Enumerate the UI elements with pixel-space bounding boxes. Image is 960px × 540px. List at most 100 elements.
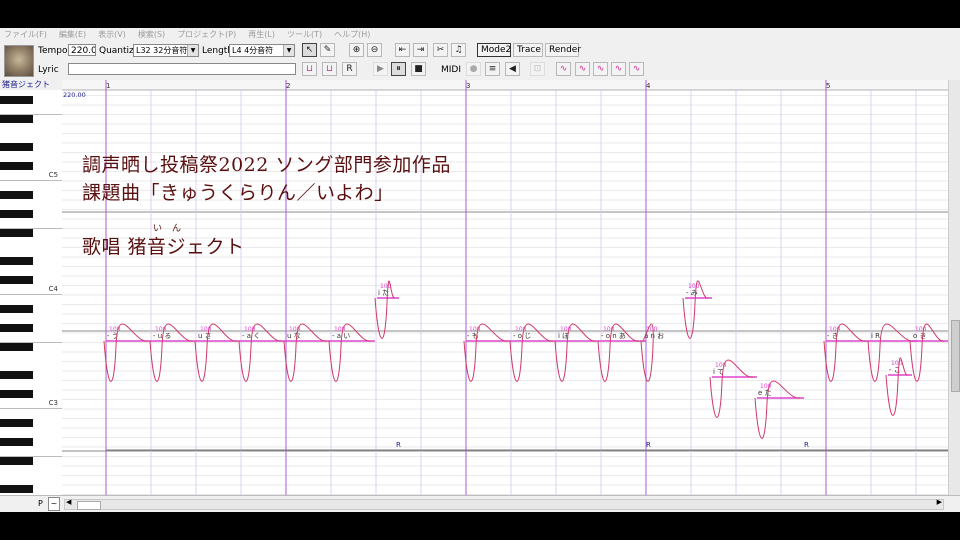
vertical-scrollbar[interactable]: [948, 80, 960, 495]
piano-black-key[interactable]: [0, 437, 33, 446]
piano-black-key[interactable]: [0, 456, 33, 465]
piano-black-key[interactable]: [0, 371, 33, 379]
octave-label: C3: [48, 398, 58, 407]
chevron-down-icon: ▼: [187, 45, 198, 56]
record-button[interactable]: ●: [466, 62, 481, 76]
select-tool-button[interactable]: ↖: [302, 43, 317, 57]
rest-button[interactable]: R: [342, 62, 357, 76]
insert-rest-button[interactable]: ⊔: [322, 62, 337, 76]
go-end-button[interactable]: ⇥: [413, 43, 428, 57]
join-note-button[interactable]: ♫: [451, 43, 466, 57]
piano-black-key[interactable]: [0, 114, 33, 123]
rest-label: R: [804, 441, 809, 449]
note-lyric: i R: [871, 332, 880, 340]
menu-bar: ファイル(F) 編集(E) 表示(V) 検索(S) プロジェクト(P) 再生(L…: [0, 28, 960, 42]
speaker-icon: ◀: [509, 64, 516, 74]
bottom-bar: P ~ ◀ ▶: [0, 495, 960, 512]
go-start-icon: ⇤: [398, 45, 407, 55]
menu-help[interactable]: ヘルプ(H): [334, 28, 370, 42]
menu-view[interactable]: 表示(V): [98, 28, 126, 42]
pitch-tool-button-2[interactable]: ∿: [575, 62, 590, 76]
zoom-in-button[interactable]: ⊕: [349, 43, 364, 57]
pause-button[interactable]: ⏸: [391, 62, 406, 76]
roll-background: [62, 80, 948, 495]
menu-project[interactable]: プロジェクト(P): [177, 28, 236, 42]
note-lyric: - o n あ: [601, 332, 626, 340]
note-lyric: u さ: [198, 332, 212, 340]
measure-number: 4: [646, 82, 651, 90]
volume-button[interactable]: ◀: [505, 62, 520, 76]
pencil-tool-button[interactable]: ✎: [320, 43, 335, 57]
play-icon: ▶: [377, 64, 384, 74]
piano-black-key[interactable]: [0, 390, 33, 398]
measure-number: 1: [106, 82, 110, 90]
singer-name: 猪音ジェクト: [2, 80, 50, 89]
note-lyric: e た: [758, 389, 772, 397]
note-lyric: o き: [913, 332, 927, 340]
piano-black-key[interactable]: [0, 342, 33, 351]
render-button[interactable]: Render: [545, 43, 581, 57]
mixer-button[interactable]: ≡: [485, 62, 500, 76]
piano-key-divider: [0, 294, 62, 295]
mixer-icon: ≡: [488, 64, 497, 74]
pitch-curve-icon: ∿: [596, 64, 605, 74]
octave-label: C5: [48, 170, 58, 179]
piano-black-key[interactable]: [0, 228, 33, 237]
piano-black-key[interactable]: [0, 485, 33, 493]
pitch-mode-toggle[interactable]: ~: [48, 497, 60, 511]
rest-insert-icon: ⊔: [325, 64, 334, 74]
piano-black-key[interactable]: [0, 323, 33, 332]
menu-file[interactable]: ファイル(F): [4, 28, 47, 42]
piano-black-key[interactable]: [0, 418, 33, 427]
utau-window: ファイル(F) 編集(E) 表示(V) 検索(S) プロジェクト(P) 再生(L…: [0, 28, 960, 512]
play-button[interactable]: ▶: [373, 62, 388, 76]
singer-avatar[interactable]: [4, 45, 34, 77]
piano-black-key[interactable]: [0, 257, 33, 265]
piano-black-key[interactable]: [0, 143, 33, 151]
overlay-singer: 歌唱 猪音ジェクト: [82, 236, 245, 258]
piano-keyboard[interactable]: C5 C4 C3: [0, 90, 62, 495]
piano-black-key[interactable]: [0, 304, 33, 313]
measure-number: 5: [826, 82, 830, 90]
vertical-scroll-thumb[interactable]: [951, 320, 960, 392]
overlay-ruby-i: い: [153, 224, 163, 234]
scroll-left-icon[interactable]: ◀: [66, 498, 71, 506]
pitch-tool-button-3[interactable]: ∿: [593, 62, 608, 76]
menu-play[interactable]: 再生(L): [248, 28, 275, 42]
piano-roll-canvas[interactable]: 220.001 2 3 4 5- う100- u る100u さ100- a く100u…: [62, 80, 948, 495]
pencil-icon: ✎: [323, 45, 332, 55]
rest-r-icon: R: [346, 64, 353, 74]
split-note-button[interactable]: ✂: [433, 43, 448, 57]
piano-black-key[interactable]: [0, 276, 33, 284]
lyric-input[interactable]: [68, 63, 296, 75]
overlay-ruby-n: ん: [172, 224, 182, 234]
tempo-input[interactable]: 220.0: [68, 44, 96, 56]
overlay-title: 調声晒し投稿祭2022 ソング部門参加作品: [82, 154, 451, 176]
stop-button[interactable]: ■: [411, 62, 426, 76]
horizontal-scrollbar[interactable]: ◀ ▶: [64, 498, 944, 510]
menu-search[interactable]: 検索(S): [138, 28, 165, 42]
note-velocity: 100: [891, 360, 903, 367]
piano-black-key[interactable]: [0, 162, 33, 170]
tempo-marker: 220.00: [63, 91, 86, 99]
scroll-right-icon[interactable]: ▶: [937, 498, 942, 506]
menu-tools[interactable]: ツール(T): [287, 28, 322, 42]
menu-edit[interactable]: 編集(E): [59, 28, 86, 42]
quantize-select[interactable]: L32 32分音符 ▼: [133, 44, 199, 57]
piano-black-key[interactable]: [0, 95, 33, 104]
envelope-disabled-button[interactable]: ⊡: [530, 62, 545, 76]
trace-button[interactable]: Trace: [513, 43, 543, 57]
piano-black-key[interactable]: [0, 190, 33, 199]
go-start-button[interactable]: ⇤: [395, 43, 410, 57]
pitch-tool-button-1[interactable]: ∿: [556, 62, 571, 76]
insert-note-button[interactable]: ⊔: [302, 62, 317, 76]
pitch-tool-button-5[interactable]: ∿: [629, 62, 644, 76]
overlay-song: 課題曲「きゅうくらりん／いよわ」: [82, 182, 394, 204]
pitch-tool-button-4[interactable]: ∿: [611, 62, 626, 76]
piano-black-key[interactable]: [0, 209, 33, 218]
zoom-out-button[interactable]: ⊖: [367, 43, 382, 57]
mode2-button[interactable]: Mode2: [477, 43, 511, 57]
piano-roll[interactable]: 220.00 1 2 3 4 5- う 100- u る 100 u さ 100- a く 100 u…: [62, 80, 948, 495]
length-select[interactable]: L4 4分音符 ▼: [229, 44, 295, 57]
horizontal-scroll-thumb[interactable]: [77, 501, 101, 510]
